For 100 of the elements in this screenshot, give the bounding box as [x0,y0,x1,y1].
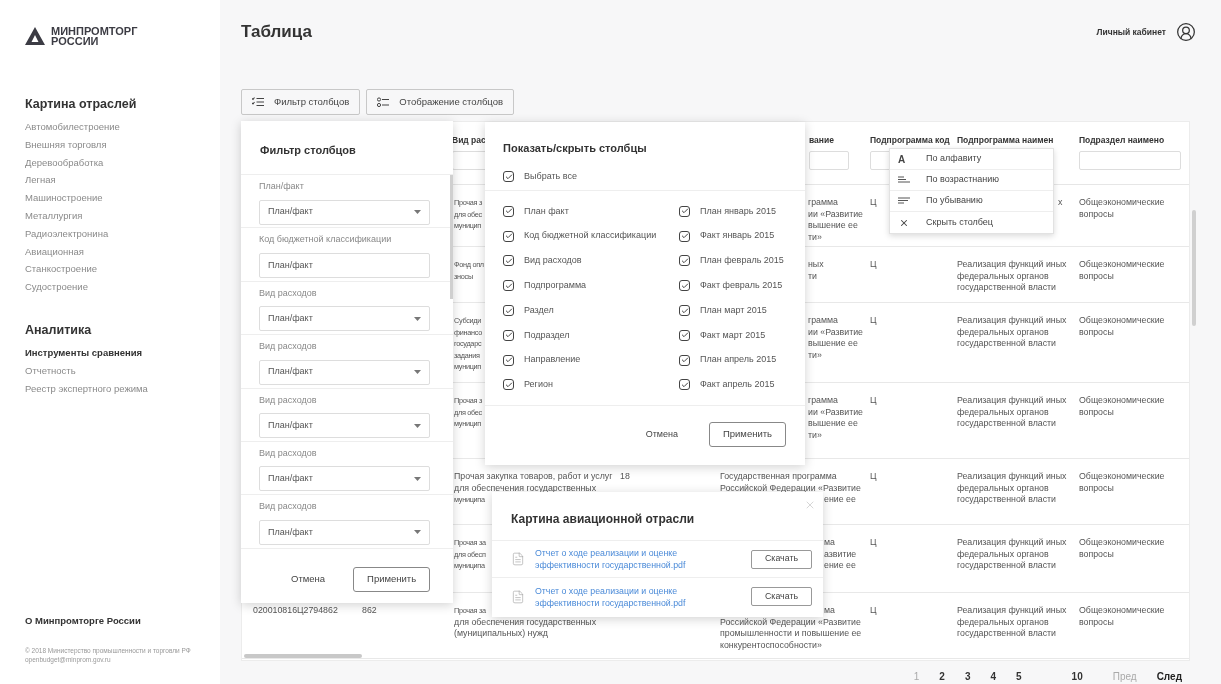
checkbox[interactable] [679,354,690,366]
column-header[interactable]: Подпрограмма код [870,134,950,147]
file-link[interactable]: Отчет о ходе реализации и оценке эффективности государственной.pdf [535,547,690,571]
table-cell: Реализация функций иных федеральных органов государственной власти [957,395,1067,430]
section-heading: Картина отраслей [25,96,138,112]
checkbox-label: План факт [524,204,569,218]
table-cell: грамма ии «Развитие вышение ее ти» [808,197,863,243]
table-cell: ных ти [808,259,824,282]
page-link[interactable]: 2 [939,669,945,684]
sidebar-item[interactable]: Станкостроение [25,260,97,279]
filter-field[interactable] [809,150,849,170]
checkbox[interactable] [679,230,690,242]
checkbox-label: Подраздел [524,328,570,342]
toolbar-button[interactable]: Отображение столбцов [366,89,515,115]
sidebar-item[interactable]: Металлургия [25,207,83,225]
checkbox[interactable] [503,280,514,292]
checkbox-label: План февраль 2015 [700,254,784,268]
account-link[interactable]: Личный кабинет [1096,25,1166,39]
scrollbar-thumb[interactable] [1192,210,1196,326]
table-cell: Ц [870,537,877,549]
checkbox[interactable] [679,205,690,217]
page-link[interactable]: 10 [1071,669,1083,684]
filter-field[interactable] [1079,150,1181,170]
table-cell: Ц [870,197,877,209]
table-cell: Общеэкономические вопросы [1079,395,1165,418]
column-header[interactable]: Вид рас [452,134,486,147]
list-checks-icon [252,97,264,107]
sidebar-item[interactable]: Реестр экспертного режима [25,379,148,398]
download-button[interactable]: Скачать [751,549,812,569]
checkbox-label: Подпрограмма [524,279,587,293]
checkbox[interactable] [503,230,514,242]
apply-button[interactable]: Применить [353,566,431,592]
file-link[interactable]: Отчет о ходе реализации и оценке эффективности государственной.pdf [535,584,690,609]
page-link[interactable]: 4 [990,669,996,684]
menu-item[interactable]: Скрыть столбец [890,212,1053,233]
table-cell: Общеэкономические вопросы [1079,197,1165,220]
document-icon [511,589,525,604]
checkbox-label: Раздел [524,303,554,317]
logo-icon [25,27,45,45]
checkbox[interactable] [679,379,690,391]
dropdown[interactable]: План/факт [259,359,430,385]
sidebar-item[interactable]: Радиоэлектронина [25,224,109,243]
page-link[interactable]: 3 [964,669,971,684]
sidebar-item[interactable]: Машиностроение [25,189,103,207]
checkbox[interactable] [679,329,690,341]
sidebar-item[interactable]: Внешняя торговля [25,135,107,154]
menu-item[interactable]: По убыванию [890,191,1053,212]
field-label: Вид расходов [259,340,317,354]
caret-icon [414,316,421,321]
user-icon[interactable] [1176,22,1196,42]
table-cell: Общеэкономические вопросы [1079,537,1165,560]
sidebar-item[interactable]: Авиационная [25,242,84,261]
apply-button[interactable]: Применить [709,422,786,447]
cancel-button[interactable]: Отмена [291,572,326,587]
dropdown[interactable]: План/факт [259,199,430,225]
letter-icon: A [898,151,910,167]
field-label: Вид расходов [259,500,317,514]
section-heading: Аналитика [25,321,93,338]
about-link[interactable]: О Минпромторге России [25,613,220,628]
next-link[interactable]: След [1156,669,1182,684]
checkbox[interactable] [679,305,690,317]
checkbox[interactable] [503,305,514,317]
table-cell: Ц [870,605,877,617]
checkbox[interactable] [503,205,514,217]
cancel-button[interactable]: Отмена [645,427,678,442]
toolbar-button[interactable]: Фильтр столбцов [241,89,361,115]
sidebar-item[interactable]: Судостроение [25,278,88,296]
checkbox[interactable] [503,255,514,267]
table-cell: Реализация функций иных федеральных органов государственной власти [957,537,1067,572]
sidebar-item[interactable]: Отчетность [25,361,76,380]
column-header[interactable]: вание [809,134,834,147]
input-field[interactable]: План/факт [259,252,430,278]
dropdown[interactable]: План/факт [259,519,430,545]
table-cell: грамма ии «Развитие вышение ее ти» [808,395,863,441]
sidebar-item[interactable]: Инструменты сравнения [25,343,143,362]
table-cell: Общеэкономические вопросы [1079,259,1165,282]
checkbox[interactable] [503,354,514,366]
checkbox[interactable] [679,280,690,292]
column-header[interactable]: Подпрограмма наимен [957,134,1054,147]
download-button[interactable]: Скачать [751,587,812,606]
sidebar-item[interactable]: Деревообработка [25,153,104,172]
sidebar-item[interactable]: Автомобилестроение [25,118,120,136]
menu-item[interactable]: По возрастнанию [890,170,1053,191]
scrollbar-thumb[interactable] [244,654,362,658]
dropdown[interactable]: План/факт [259,306,430,332]
dropdown[interactable]: План/факт [259,413,430,439]
checkbox[interactable] [503,171,514,183]
dropdown[interactable]: План/факт [259,466,430,492]
table-cell: Реализация функций иных федеральных органов государственной власти [957,605,1067,640]
column-header[interactable]: Подраздел наимено [1079,134,1165,147]
checkbox[interactable] [679,255,690,267]
field-label: План/факт [259,180,304,193]
page-title: Таблица [241,21,312,44]
logo-text: МИНПРОМТОРГ РОССИИ [51,26,138,46]
sidebar-item[interactable]: Легная [25,171,56,190]
checkbox[interactable] [503,329,514,341]
page-link[interactable]: 5 [1016,669,1022,684]
checkbox[interactable] [503,379,514,391]
checkbox-label: План март 2015 [700,303,767,317]
menu-item[interactable]: A По алфавиту [890,149,1053,170]
